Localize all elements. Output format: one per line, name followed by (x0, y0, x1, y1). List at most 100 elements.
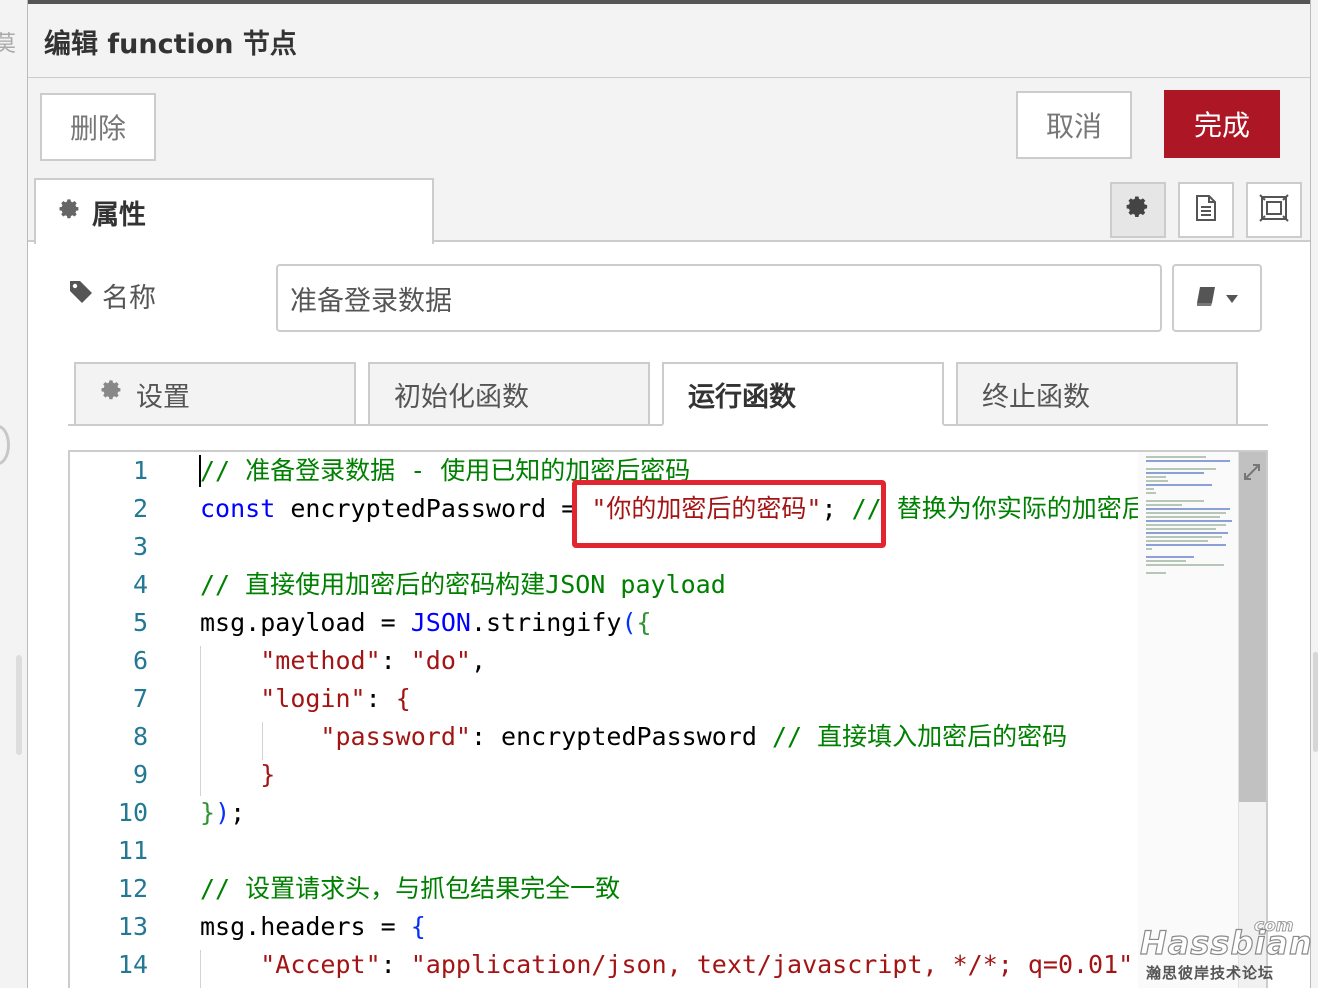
minimap-line (1146, 476, 1166, 478)
code-token: } (260, 760, 276, 789)
code-token: "Accept" (260, 950, 381, 979)
tab-on-stop-label: 终止函数 (982, 381, 1090, 413)
expand-icon (1242, 462, 1262, 486)
minimap-line (1146, 520, 1232, 522)
code-line[interactable]: 7 "login": { (70, 680, 1266, 718)
line-number: 7 (132, 684, 148, 713)
code-text: "password": encryptedPassword // 直接填入加密后… (200, 718, 1067, 756)
tab-properties[interactable]: 属性 (34, 178, 434, 244)
node-settings-button[interactable] (1110, 182, 1166, 238)
code-token: msg.payload = (200, 608, 411, 637)
done-button[interactable]: 完成 (1164, 90, 1280, 158)
tab-on-stop[interactable]: 终止函数 (956, 362, 1238, 426)
minimap-line (1146, 456, 1206, 458)
minimap-line (1146, 532, 1228, 534)
code-text: } (200, 756, 275, 794)
code-minimap[interactable] (1138, 452, 1238, 988)
code-line[interactable]: 6 "method": "do", (70, 642, 1266, 680)
tab-on-message[interactable]: 运行函数 (662, 362, 944, 426)
code-token: : (380, 646, 411, 675)
tab-setup[interactable]: 设置 (74, 362, 356, 426)
code-token: ; (230, 798, 246, 827)
code-token: { (636, 608, 652, 637)
line-number: 11 (117, 836, 148, 865)
indent-guide (200, 646, 201, 796)
code-token: "application/json, text/javascript, */*;… (410, 950, 1134, 979)
code-line[interactable]: 13 msg.headers = { (70, 908, 1266, 946)
library-menu-button[interactable] (1172, 264, 1262, 332)
code-token: : (380, 950, 411, 979)
code-token: "login" (260, 684, 366, 713)
editor-scrollbar[interactable] (1238, 452, 1266, 988)
code-line[interactable]: 5 msg.payload = JSON.stringify({ (70, 604, 1266, 642)
code-line[interactable]: 14 "Accept": "application/json, text/jav… (70, 946, 1266, 984)
workspace-background-right (1310, 0, 1318, 988)
code-line[interactable]: 11 (70, 832, 1266, 870)
line-number: 2 (132, 494, 148, 523)
indent-guide (200, 950, 201, 988)
minimap-line (1146, 508, 1230, 510)
book-icon (1195, 285, 1219, 311)
minimap-line (1146, 564, 1224, 566)
tab-properties-label: 属性 (92, 199, 146, 231)
code-token: ( (621, 608, 637, 637)
workspace-scrollbar[interactable] (16, 655, 22, 755)
code-token: : (365, 684, 396, 713)
minimap-line (1146, 512, 1226, 514)
code-token: // 直接填入加密后的密码 (771, 722, 1068, 751)
code-line[interactable]: 9 } (70, 756, 1266, 794)
editor-scrollbar-thumb[interactable] (1239, 452, 1266, 802)
code-token: { (410, 912, 426, 941)
node-description-button[interactable] (1178, 182, 1234, 238)
name-input[interactable] (276, 264, 1162, 332)
code-text: // 直接使用加密后的密码构建JSON payload (200, 566, 726, 604)
code-text: // 设置请求头，与抓包结果完全一致 (200, 870, 620, 908)
minimap-line (1146, 516, 1220, 518)
tab-on-start[interactable]: 初始化函数 (368, 362, 650, 426)
tag-icon (68, 279, 94, 312)
code-text: "method": "do", (200, 642, 486, 680)
line-number: 6 (132, 646, 148, 675)
line-number: 1 (132, 456, 148, 485)
minimap-line (1146, 556, 1194, 558)
code-token: msg.headers = (200, 912, 411, 941)
watermark-brand: Hassbian (1139, 923, 1313, 962)
workspace-scrollbar[interactable] (1313, 652, 1318, 752)
code-line[interactable]: 4 // 直接使用加密后的密码构建JSON payload (70, 566, 1266, 604)
code-token: { (395, 684, 411, 713)
code-line[interactable]: 10}); (70, 794, 1266, 832)
text-cursor (199, 455, 201, 487)
delete-button[interactable]: 删除 (40, 93, 156, 161)
code-token: .stringify (470, 608, 622, 637)
gear-icon (1125, 195, 1151, 225)
cancel-button[interactable]: 取消 (1016, 91, 1132, 159)
minimap-line (1146, 536, 1222, 538)
gear-icon (100, 379, 124, 410)
frame-icon (1259, 194, 1289, 226)
code-line[interactable]: 8 "password": encryptedPassword // 直接填入加… (70, 718, 1266, 756)
expand-editor-button[interactable] (1236, 458, 1266, 490)
tray-title: 编辑 function 节点 (44, 29, 297, 60)
code-line[interactable]: 12 // 设置请求头，与抓包结果完全一致 (70, 870, 1266, 908)
tab-setup-label: 设置 (136, 381, 190, 413)
minimap-line (1146, 468, 1216, 470)
minimap-line (1146, 560, 1186, 562)
minimap-line (1146, 528, 1216, 530)
node-appearance-button[interactable] (1246, 182, 1302, 238)
tab-on-message-label: 运行函数 (688, 381, 796, 413)
code-text: "login": { (200, 680, 411, 718)
line-number: 3 (132, 532, 148, 561)
code-token: const (200, 494, 276, 523)
code-text: msg.payload = JSON.stringify({ (200, 604, 652, 642)
minimap-line (1146, 504, 1182, 506)
name-label-text: 名称 (102, 283, 156, 314)
indent-guide (262, 722, 263, 760)
workspace-background-left: 莫 (0, 0, 28, 988)
minimap-line (1146, 548, 1152, 550)
watermark-subtitle: 瀚思彼岸技术论坛 (1146, 964, 1275, 982)
minimap-line (1146, 500, 1204, 502)
